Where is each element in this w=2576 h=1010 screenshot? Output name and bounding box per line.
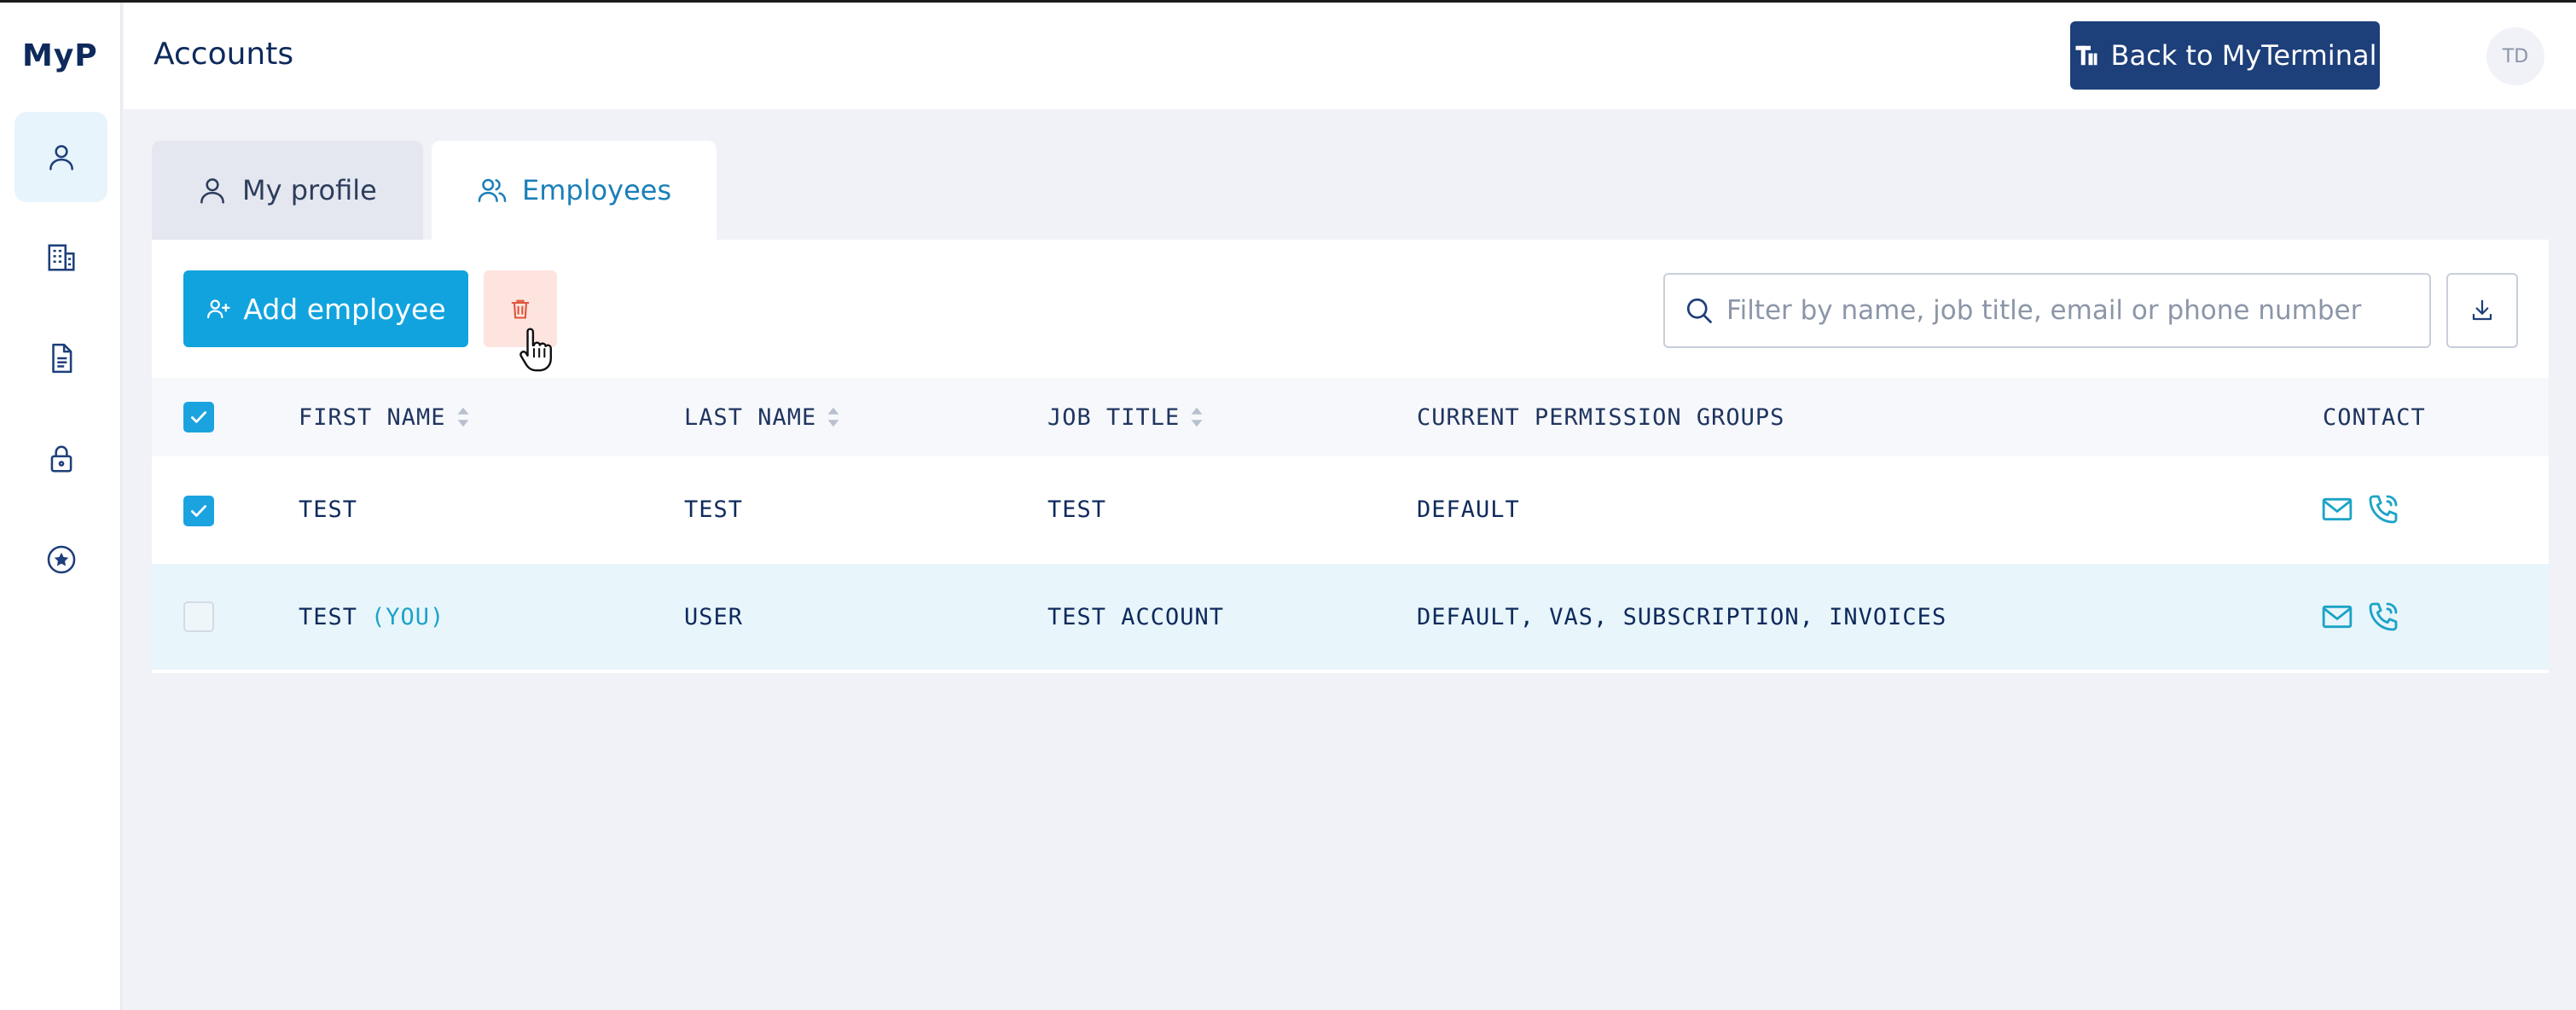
employees-panel: Add employee FIRST NAME LAST NAME [152,240,2549,673]
sidebar-item-documents[interactable] [15,313,107,403]
table-row[interactable]: TEST TEST TEST DEFAULT [152,456,2549,562]
column-first-name[interactable]: FIRST NAME [299,378,470,456]
last-name-cell: USER [684,603,744,630]
add-employee-label: Add employee [243,292,446,326]
download-button[interactable] [2446,273,2518,348]
checkmark-icon [191,505,206,517]
tab-label: My profile [242,174,377,206]
terminal-logo-icon [2075,45,2097,66]
sort-icon [1191,407,1203,427]
user-icon [49,145,73,171]
contact-cell [2320,456,2400,562]
table-row[interactable]: TEST (YOU) USER TEST ACCOUNT DEFAULT, VA… [152,564,2549,670]
sort-icon [457,407,468,427]
job-title-cell: TEST [1047,496,1107,523]
row-checkbox[interactable] [183,601,214,632]
sidebar-item-security[interactable] [15,414,107,504]
tab-employees[interactable]: Employees [432,141,717,240]
tab-label: Employees [522,174,672,206]
last-name-cell: TEST [684,496,744,523]
first-name-cell: TEST [299,496,358,523]
search-icon [1686,298,1712,323]
back-to-myterminal-button[interactable]: Back to MyTerminal [2070,21,2380,90]
first-name-cell: TEST (YOU) [299,603,445,630]
search-field[interactable] [1663,273,2431,348]
sort-icon [827,407,839,427]
add-user-icon [207,299,230,319]
trash-icon [511,299,530,319]
column-contact: CONTACT [2323,403,2426,431]
you-badge: (YOU) [371,603,445,630]
user-avatar[interactable]: TD [2486,27,2544,85]
sidebar-item-companies[interactable] [15,212,107,303]
back-button-label: Back to MyTerminal [2110,39,2377,72]
document-icon [51,343,72,374]
star-circle-icon [47,545,75,574]
contact-cell [2320,564,2400,670]
job-title-cell: TEST ACCOUNT [1047,603,1225,630]
phone-icon[interactable] [2366,600,2400,634]
building-icon [47,244,75,271]
sidebar-item-profile[interactable] [15,112,107,202]
sidebar-item-favorites[interactable] [15,514,107,605]
search-input[interactable] [1726,295,2429,326]
sidebar: MyP [0,3,122,1010]
app-logo: MyP [22,38,98,73]
hand-pointer-icon [519,328,553,372]
column-last-name[interactable]: LAST NAME [684,378,840,456]
email-icon[interactable] [2320,492,2354,526]
lock-icon [50,445,72,473]
tab-my-profile[interactable]: My profile [152,141,423,240]
top-header: Accounts Back to MyTerminal TD [124,3,2576,109]
row-checkbox[interactable] [183,496,214,526]
checkmark-icon [191,411,206,423]
permission-groups-cell: DEFAULT, VAS, SUBSCRIPTION, INVOICES [1417,603,1947,630]
user-icon [200,178,224,204]
email-icon[interactable] [2320,600,2354,634]
download-icon [2472,299,2492,321]
page-title: Accounts [154,37,294,72]
add-employee-button[interactable]: Add employee [183,270,468,347]
phone-icon[interactable] [2366,492,2400,526]
column-job-title[interactable]: JOB TITLE [1047,378,1204,456]
users-icon [478,178,507,202]
column-permission-groups: CURRENT PERMISSION GROUPS [1417,403,1785,431]
permission-groups-cell: DEFAULT [1417,496,1520,523]
select-all-checkbox[interactable] [183,402,214,432]
table-header: FIRST NAME LAST NAME JOB TITLE CURRENT P… [152,378,2549,456]
